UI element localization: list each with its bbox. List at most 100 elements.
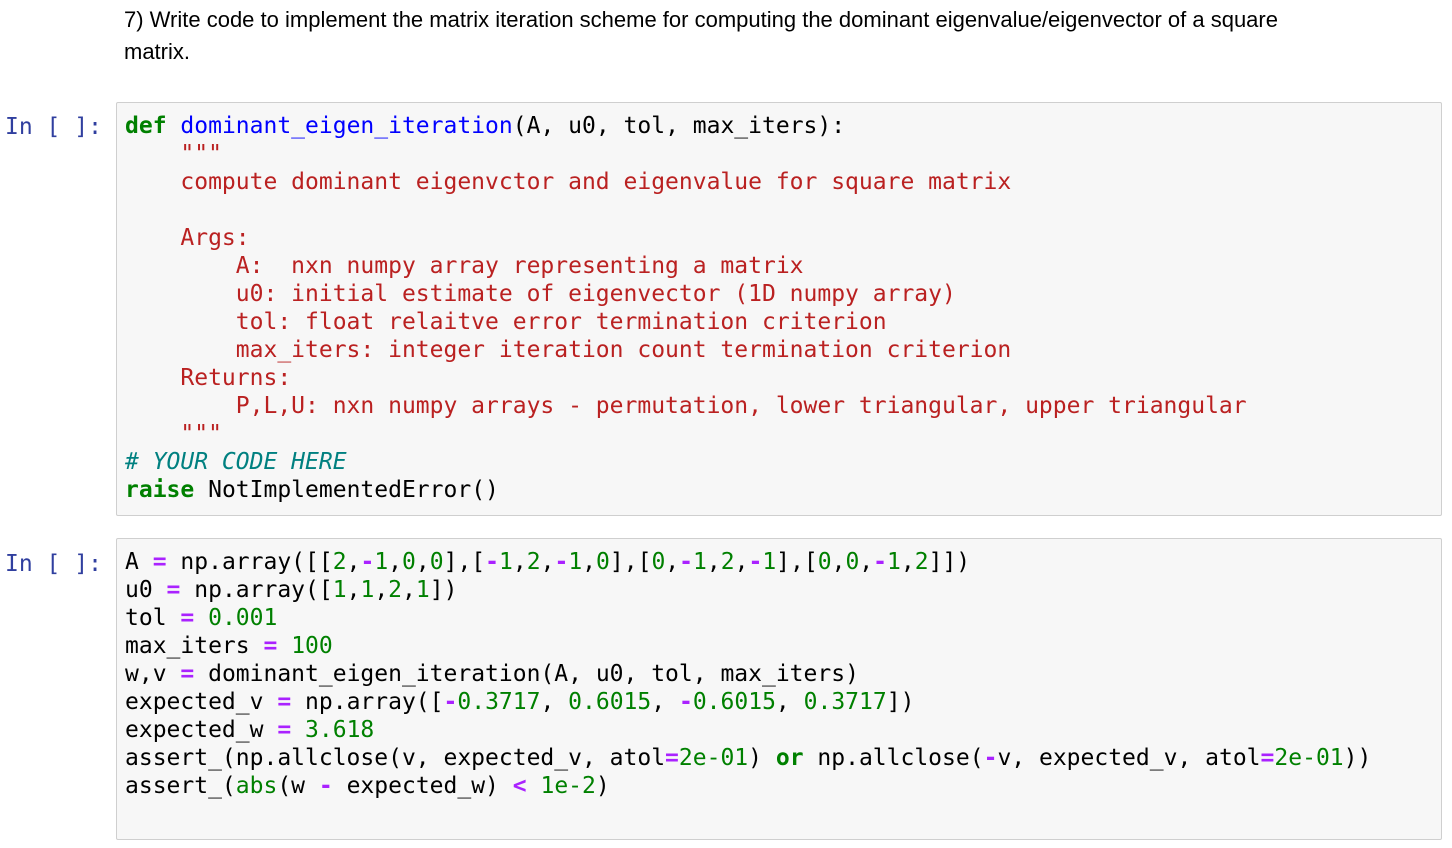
code-token: 2e-01 — [1274, 745, 1344, 771]
code-token: 0 — [817, 549, 832, 575]
code-token: - — [318, 773, 333, 799]
code-token: np.array([[ — [166, 549, 333, 575]
code-token: 1 — [360, 577, 375, 603]
code-token: , — [374, 577, 389, 603]
code-token: ]]) — [928, 549, 971, 575]
code-token: Args: — [180, 225, 250, 251]
code-token: - — [873, 549, 888, 575]
code-line: compute dominant eigenvctor and eigenval… — [125, 168, 1247, 196]
code-token: - — [983, 745, 998, 771]
code-token: 2 — [332, 549, 347, 575]
code-token: expected_v — [125, 689, 278, 715]
code-token: = — [180, 605, 195, 631]
code-token: w,v — [125, 661, 181, 687]
code-line: Returns: — [125, 364, 1247, 392]
code-line: A = np.array([[2,-1,0,0],[-1,2,-1,0],[0,… — [125, 548, 1371, 576]
code-token: raise — [125, 477, 195, 503]
code-line: """ — [125, 140, 1247, 168]
code-token: u0 — [125, 577, 167, 603]
code-token: 0.3717 — [803, 689, 887, 715]
code-editor[interactable]: A = np.array([[2,-1,0,0],[-1,2,-1,0],[0,… — [125, 548, 1371, 800]
code-line: w,v = dominant_eigen_iteration(A, u0, to… — [125, 660, 1371, 688]
markdown-question-line-2: matrix. — [124, 39, 190, 64]
code-token: , — [831, 549, 846, 575]
code-token: , — [540, 689, 569, 715]
code-token: 0.3717 — [457, 689, 541, 715]
code-token: 0.001 — [208, 605, 278, 631]
code-token: NotImplementedError() — [194, 477, 499, 503]
code-token: - — [679, 549, 694, 575]
code-token: ]) — [429, 577, 458, 603]
code-token: 2 — [388, 577, 403, 603]
code-token: """ — [180, 421, 222, 447]
code-token: 0 — [596, 549, 610, 575]
code-token: P,L,U: nxn numpy arrays - permutation, l… — [235, 393, 1247, 419]
code-token: = — [277, 689, 292, 715]
code-token: 1 — [762, 549, 777, 575]
code-token: - — [678, 689, 693, 715]
code-token: 1 — [499, 549, 513, 575]
code-token: , — [540, 549, 555, 575]
code-token: 0 — [402, 549, 416, 575]
code-token: 2 — [720, 549, 735, 575]
code-token: < — [512, 773, 527, 799]
code-editor[interactable]: def dominant_eigen_iteration(A, u0, tol,… — [125, 112, 1247, 504]
code-token: # YOUR CODE HERE — [125, 449, 347, 475]
code-token: = — [277, 717, 292, 743]
cell-prompt: In [ ]: — [5, 114, 102, 140]
code-token: expected_w — [125, 717, 278, 743]
code-line: tol: float relaitve error termination cr… — [125, 308, 1247, 336]
code-token: = — [1260, 745, 1275, 771]
code-line: # YOUR CODE HERE — [125, 448, 1247, 476]
code-line: expected_w = 3.618 — [125, 716, 1371, 744]
code-token: = — [166, 577, 181, 603]
code-token: 0 — [651, 549, 666, 575]
code-token: , — [775, 689, 804, 715]
code-line: raise NotImplementedError() — [125, 476, 1247, 504]
code-token: , — [415, 549, 430, 575]
code-token: """ — [180, 141, 222, 167]
code-token: , — [512, 549, 527, 575]
code-token: 1 — [415, 577, 430, 603]
code-token: ],[ — [609, 549, 652, 575]
code-token: ) — [748, 745, 776, 771]
cell-prompt: In [ ]: — [5, 551, 102, 577]
code-token: , — [346, 549, 361, 575]
code-line: assert_(abs(w - expected_w) < 1e-2) — [125, 772, 1371, 800]
code-line: tol = 0.001 — [125, 604, 1371, 632]
code-token: abs — [235, 773, 278, 799]
code-token: - — [554, 549, 569, 575]
code-line: expected_v = np.array([-0.3717, 0.6015, … — [125, 688, 1371, 716]
code-token: 0.6015 — [568, 689, 652, 715]
code-token: = — [180, 661, 195, 687]
code-token: dominant_eigen_iteration(A, u0, tol, max… — [194, 661, 859, 687]
code-token: 1 — [887, 549, 901, 575]
code-token: 1 — [332, 577, 347, 603]
code-token: 1 — [693, 549, 707, 575]
code-token: , — [388, 549, 403, 575]
markdown-question-line-1: 7) Write code to implement the matrix it… — [124, 7, 1278, 32]
code-token: 100 — [291, 633, 333, 659]
code-cell-test[interactable]: A = np.array([[2,-1,0,0],[-1,2,-1,0],[0,… — [116, 538, 1442, 840]
code-token: A: nxn numpy array representing a matrix — [235, 253, 804, 279]
code-token: , — [582, 549, 597, 575]
code-line: u0 = np.array([1,1,2,1]) — [125, 576, 1371, 604]
code-token: (A, u0, tol, max_iters): — [512, 113, 846, 139]
code-cell-function[interactable]: def dominant_eigen_iteration(A, u0, tol,… — [116, 102, 1442, 516]
code-line: u0: initial estimate of eigenvector (1D … — [125, 280, 1247, 308]
code-token: = — [152, 549, 167, 575]
code-token: def — [125, 113, 167, 139]
code-token: ],[ — [443, 549, 486, 575]
code-token: assert_(np.allclose(v, expected_v, atol — [125, 745, 666, 771]
code-token: , — [706, 549, 721, 575]
